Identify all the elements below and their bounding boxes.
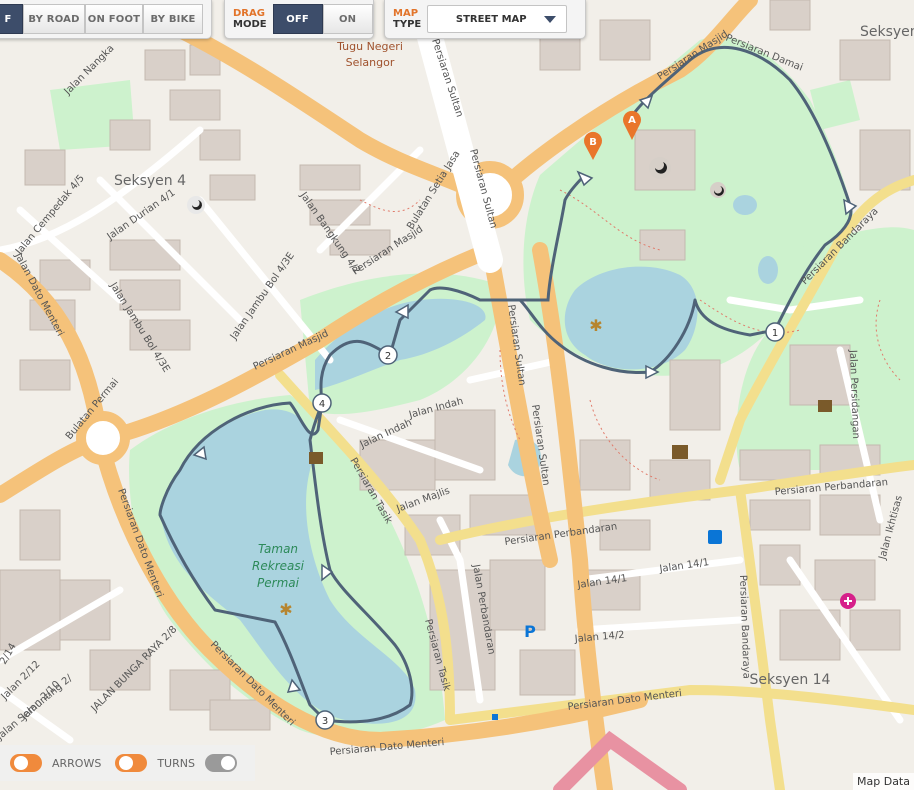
drag-mode-title: DRAG MODE	[233, 8, 267, 30]
svg-text:2: 2	[385, 351, 391, 362]
government-icon	[672, 445, 688, 459]
map-type-value: STREET MAP	[455, 13, 527, 25]
svg-text:4: 4	[319, 399, 325, 410]
route-mode-control: F BY ROAD ON FOOT BY BIKE	[0, 0, 212, 39]
star-attraction-icon: ✱	[279, 602, 292, 619]
bus-stop-icon	[708, 530, 722, 544]
waypoint-3[interactable]: 3	[315, 710, 335, 730]
mosque-icon	[187, 196, 205, 214]
waypoint-4[interactable]: 4	[312, 393, 332, 413]
waypoint-2[interactable]: 2	[378, 345, 398, 365]
map-attribution: Map Data	[853, 773, 914, 790]
arrows-label: ARROWS	[52, 756, 102, 770]
svg-text:3: 3	[322, 716, 328, 727]
theatre-icon	[309, 452, 323, 464]
svg-text:Seksyen 14: Seksyen 14	[750, 672, 831, 688]
svg-text:Tugu Negeri: Tugu Negeri	[336, 40, 403, 53]
svg-text:✱: ✱	[589, 318, 602, 335]
drag-off-button[interactable]: OFF	[272, 4, 323, 34]
chevron-down-icon	[544, 15, 557, 23]
star-attraction-icon: ✱	[589, 318, 602, 335]
drag-mode-control: DRAG MODE OFF ON	[224, 0, 374, 39]
mosque-icon	[649, 157, 671, 179]
mosque-icon	[710, 182, 726, 198]
map-type-control: MAP TYPE STREET MAP	[384, 0, 586, 39]
mode-first-button[interactable]: F	[0, 4, 23, 34]
street-map[interactable]: 1 2 3 4 A B ✱ ✱ P Tugu Negeri Selangor S…	[0, 0, 914, 790]
svg-text:A: A	[628, 115, 636, 126]
display-toggles: ARROWS TURNS	[0, 745, 255, 781]
map-type-select[interactable]: STREET MAP	[427, 5, 568, 33]
svg-text:Seksyen: Seksyen	[860, 24, 914, 40]
mode-by-bike-button[interactable]: BY BIKE	[143, 4, 203, 34]
mode-by-road-button[interactable]: BY ROAD	[23, 4, 85, 34]
svg-text:B: B	[589, 137, 597, 148]
mode-on-foot-button[interactable]: ON FOOT	[85, 4, 143, 34]
arrows-toggle[interactable]	[115, 754, 148, 772]
svg-text:1: 1	[772, 328, 778, 339]
parking-icon: P	[524, 622, 536, 641]
theatre-icon	[818, 400, 832, 412]
svg-text:Permai: Permai	[257, 576, 300, 590]
svg-text:Seksyen 4: Seksyen 4	[114, 173, 186, 189]
svg-text:P: P	[524, 622, 536, 641]
turns-toggle[interactable]	[204, 754, 237, 772]
hospital-icon	[840, 593, 856, 609]
drag-on-button[interactable]: ON	[322, 4, 373, 34]
svg-text:Rekreasi: Rekreasi	[252, 559, 305, 573]
map-type-title: MAP TYPE	[393, 8, 422, 30]
first-toggle[interactable]	[10, 754, 42, 772]
svg-text:✱: ✱	[279, 602, 292, 619]
turns-label: TURNS	[157, 756, 195, 770]
svg-text:Taman: Taman	[258, 542, 298, 556]
waypoint-1[interactable]: 1	[765, 322, 785, 342]
svg-text:Selangor: Selangor	[346, 56, 395, 69]
bus-stop-small-icon	[492, 714, 498, 720]
